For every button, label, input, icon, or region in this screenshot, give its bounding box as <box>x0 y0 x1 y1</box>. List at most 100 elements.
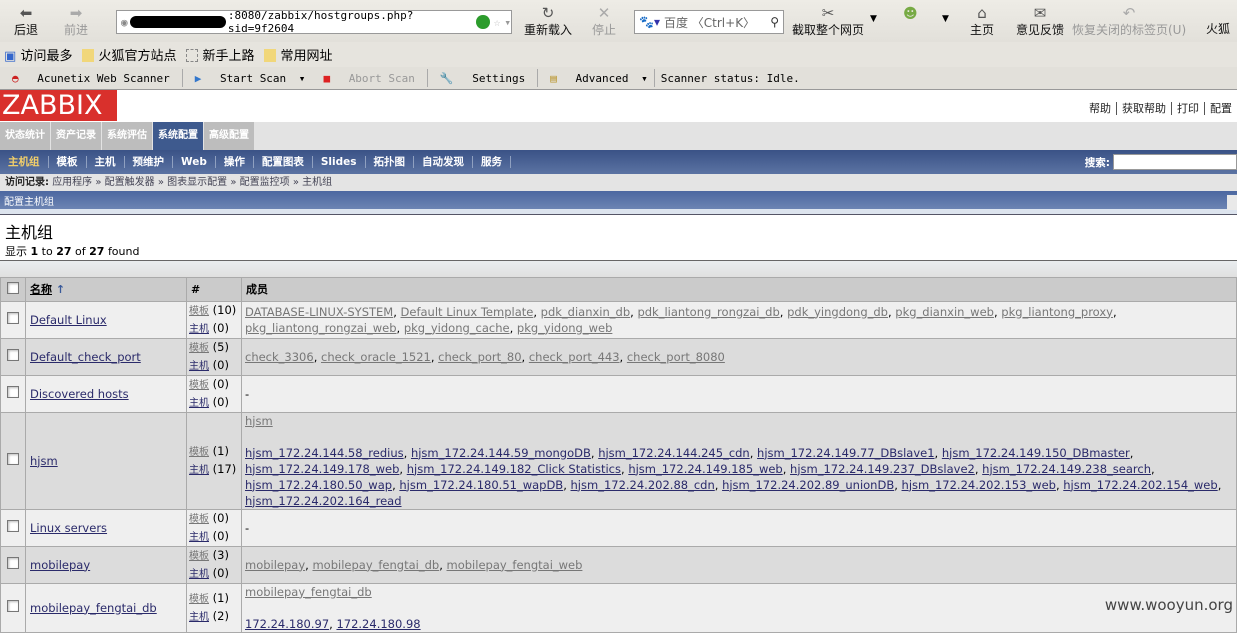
start-scan-button[interactable]: ▶ Start Scan ▾ <box>183 72 312 85</box>
bookmark-item[interactable]: 常用网址 <box>264 45 333 64</box>
submenu-item[interactable]: 服务 <box>473 156 512 168</box>
member-host-link[interactable]: hjsm_172.24.180.51_wapDB <box>399 478 563 492</box>
member-template-link[interactable]: DATABASE-LINUX-SYSTEM <box>245 305 393 319</box>
member-template-link[interactable]: pdk_yingdong_db <box>787 305 888 319</box>
templates-link[interactable]: 模板 <box>189 306 209 317</box>
tab-monitoring[interactable]: 状态统计 <box>0 122 50 150</box>
member-template-link[interactable]: mobilepay_fengtai_db <box>312 558 439 572</box>
breadcrumb-item[interactable]: 主机组 <box>302 177 332 188</box>
star-icon[interactable]: ☆ <box>494 16 501 29</box>
screenshot-button[interactable]: ✂ 截取整个网页 <box>786 5 870 38</box>
tab-configuration[interactable]: 系统配置 <box>153 122 203 150</box>
row-checkbox[interactable] <box>7 557 19 569</box>
member-template-link[interactable]: check_3306 <box>245 350 314 364</box>
member-host-link[interactable]: hjsm_172.24.144.245_cdn <box>598 446 750 460</box>
back-button[interactable]: ⬅ 后退 <box>8 5 44 38</box>
member-host-link[interactable]: hjsm_172.24.144.58_redius <box>245 446 404 460</box>
templates-link[interactable]: 模板 <box>189 447 209 458</box>
member-host-link[interactable]: hjsm_172.24.149.238_search <box>982 462 1151 476</box>
reload-button[interactable]: ↻ 重新载入 <box>518 5 578 38</box>
forward-button[interactable]: ➡ 前进 <box>58 5 94 38</box>
member-host-link[interactable]: hjsm_172.24.149.178_web <box>245 462 399 476</box>
templates-link[interactable]: 模板 <box>189 343 209 354</box>
submenu-item[interactable]: 自动发现 <box>414 156 474 168</box>
submenu-item[interactable]: 模板 <box>49 156 87 168</box>
row-checkbox[interactable] <box>7 453 19 465</box>
member-host-link[interactable]: hjsm_172.24.180.50_wap <box>245 478 392 492</box>
breadcrumb-item[interactable]: 配置触发器 <box>105 177 155 188</box>
bookmark-item[interactable]: 火狐官方站点 <box>82 45 176 64</box>
member-template-link[interactable]: mobilepay_fengtai_web <box>447 558 583 572</box>
zabbix-logo[interactable]: ZABBIX <box>0 90 117 121</box>
row-checkbox[interactable] <box>7 312 19 324</box>
print-link[interactable]: 打印 <box>1172 102 1204 115</box>
member-template-link[interactable]: check_port_8080 <box>627 350 725 364</box>
profile-link[interactable]: 配置 <box>1205 102 1237 115</box>
member-host-link[interactable]: hjsm_172.24.202.153_web <box>902 478 1056 492</box>
url-bar[interactable]: ◉:8080/zabbix/hostgroups.php?sid=9f2604 ☆… <box>116 9 512 35</box>
submenu-item[interactable]: Web <box>173 156 216 168</box>
row-checkbox[interactable] <box>7 520 19 532</box>
settings-button[interactable]: 🔧 Settings <box>428 72 537 85</box>
group-name-link[interactable]: mobilepay <box>30 558 90 572</box>
submenu-item[interactable]: 主机 <box>87 156 125 168</box>
group-name-link[interactable]: Default Linux <box>30 313 107 327</box>
dropdown-icon[interactable]: ▼ <box>870 14 877 24</box>
submenu-item[interactable]: Slides <box>313 156 366 168</box>
member-host-link[interactable]: hjsm_172.24.144.59_mongoDB <box>411 446 591 460</box>
member-host-link[interactable]: hjsm_172.24.149.182_Click Statistics <box>407 462 621 476</box>
member-host-link[interactable]: hjsm_172.24.149.150_DBmaster <box>942 446 1130 460</box>
sort-by-name-link[interactable]: 名称 <box>30 283 52 296</box>
tab-administration[interactable]: 高级配置 <box>204 122 254 150</box>
submenu-item[interactable]: 主机组 <box>0 156 49 168</box>
hosts-link[interactable]: 主机 <box>189 569 209 580</box>
member-template-link[interactable]: mobilepay_fengtai_db <box>245 585 372 599</box>
templates-link[interactable]: 模板 <box>189 551 209 562</box>
submenu-item[interactable]: 拓扑图 <box>366 156 415 168</box>
get-support-link[interactable]: 获取帮助 <box>1117 102 1171 115</box>
go-icon[interactable] <box>476 15 490 29</box>
feedback-button[interactable]: ✉ 意见反馈 <box>1010 5 1070 38</box>
help-link[interactable]: 帮助 <box>1084 102 1116 115</box>
search-icon[interactable]: ⚲ <box>770 15 779 29</box>
baidu-search-input[interactable]: 🐾▾ 百度 〈Ctrl+K〉 ⚲ <box>634 10 784 34</box>
tab-inventory[interactable]: 资产记录 <box>51 122 101 150</box>
hosts-link[interactable]: 主机 <box>189 532 209 543</box>
member-host-link[interactable]: hjsm_172.24.149.185_web <box>628 462 782 476</box>
dropdown-icon[interactable]: ▼ <box>942 14 949 24</box>
breadcrumb-item[interactable]: 配置监控项 <box>240 177 290 188</box>
breadcrumb-item[interactable]: 图表显示配置 <box>167 177 227 188</box>
breadcrumb-item[interactable]: 应用程序 <box>52 177 92 188</box>
group-name-link[interactable]: hjsm <box>30 454 58 468</box>
select-all-checkbox[interactable] <box>7 281 19 294</box>
home-button[interactable]: ⌂ 主页 <box>964 5 1000 38</box>
member-template-link[interactable]: pkg_liantong_rongzai_web <box>245 321 397 335</box>
member-template-link[interactable]: mobilepay <box>245 558 305 572</box>
group-name-link[interactable]: Discovered hosts <box>30 387 129 401</box>
templates-link[interactable]: 模板 <box>189 380 209 391</box>
member-host-link[interactable]: 172.24.180.97 <box>245 617 329 631</box>
member-host-link[interactable]: hjsm_172.24.149.237_DBslave2 <box>790 462 975 476</box>
member-template-link[interactable]: pkg_yidong_cache <box>404 321 510 335</box>
group-name-link[interactable]: mobilepay_fengtai_db <box>30 601 157 615</box>
member-host-link[interactable]: hjsm_172.24.202.88_cdn <box>571 478 715 492</box>
member-template-link[interactable]: Default Linux Template <box>401 305 534 319</box>
member-host-link[interactable]: 172.24.180.98 <box>336 617 420 631</box>
member-template-link[interactable]: pdk_liantong_rongzai_db <box>637 305 779 319</box>
member-template-link[interactable]: pkg_liantong_proxy <box>1001 305 1113 319</box>
collapse-button[interactable] <box>1227 195 1237 210</box>
member-template-link[interactable]: pkg_dianxin_web <box>895 305 994 319</box>
submenu-item[interactable]: 配置图表 <box>254 156 313 168</box>
member-host-link[interactable]: hjsm_172.24.202.164_read <box>245 494 402 508</box>
templates-link[interactable]: 模板 <box>189 514 209 525</box>
hosts-link[interactable]: 主机 <box>189 324 209 335</box>
member-template-link[interactable]: hjsm <box>245 414 273 428</box>
hosts-link[interactable]: 主机 <box>189 398 209 409</box>
member-template-link[interactable]: check_port_80 <box>438 350 521 364</box>
row-checkbox[interactable] <box>7 600 19 612</box>
member-host-link[interactable]: hjsm_172.24.149.77_DBslave1 <box>757 446 935 460</box>
bookmark-item[interactable]: ▣ 访问最多 <box>4 45 72 64</box>
addon-icon[interactable]: ☻ <box>903 6 918 22</box>
row-checkbox[interactable] <box>7 386 19 398</box>
hosts-link[interactable]: 主机 <box>189 465 209 476</box>
